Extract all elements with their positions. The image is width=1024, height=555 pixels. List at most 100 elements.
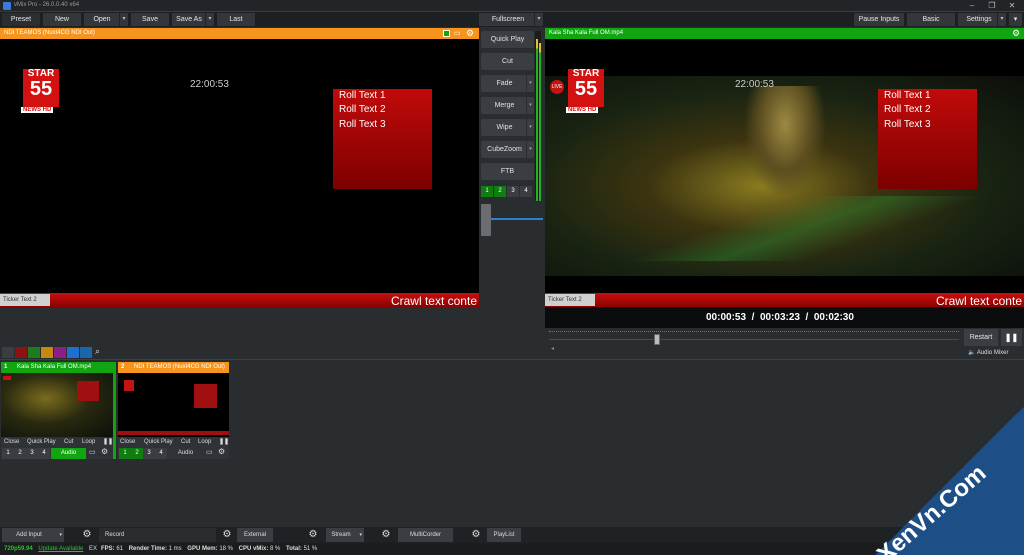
input-2-thumbnail[interactable] [118, 373, 229, 437]
seek-handle[interactable] [654, 334, 661, 345]
pause-inputs-button[interactable]: Pause Inputs [854, 13, 904, 26]
overlay-1-button[interactable]: 1 [2, 448, 14, 459]
fullscreen-button[interactable]: Fullscreen ▾ [479, 13, 543, 26]
output-clock: 22:00:53 [735, 79, 774, 90]
audio-mixer-button[interactable]: 🔈 Audio Mixer [968, 349, 1009, 356]
gpu-value: 18 % [219, 546, 233, 552]
stream-button[interactable]: Stream ▾ [326, 528, 364, 542]
output-gear-icon[interactable]: ⚙ [1012, 28, 1020, 39]
color-filter-all[interactable] [2, 347, 14, 358]
close-icon[interactable]: ✕ [1002, 0, 1022, 12]
overlay-3-button[interactable]: 3 [143, 448, 155, 459]
title-bar: vMix Pro - 26.0.0.40 x64 – ❐ ✕ [0, 0, 1024, 12]
overlay-2-button[interactable]: 2 [14, 448, 26, 459]
close-button[interactable]: Close [4, 439, 19, 445]
transition-2-button[interactable]: 2 [494, 186, 506, 197]
color-filter-red[interactable] [15, 347, 27, 358]
search-icon[interactable]: ⌕ [95, 346, 100, 357]
input-gear-icon[interactable]: ⚙ [218, 447, 225, 456]
quick-play-button[interactable]: Quick Play [144, 439, 173, 445]
output-screen: LIVE STAR 55 NEWS HD 22:00:53 Roll Text … [545, 39, 1024, 293]
overlay-1-button[interactable]: 1 [119, 448, 131, 459]
audio-button[interactable]: Audio [51, 448, 86, 459]
add-input-button[interactable]: Add Input ▾ [2, 528, 64, 542]
multicorder-button[interactable]: MultiCorder [398, 528, 453, 542]
monitor-icon[interactable]: ▭ [89, 448, 96, 456]
gear-icon[interactable]: ⚙ [469, 528, 483, 542]
basic-button[interactable]: Basic [907, 13, 955, 26]
ftb-button[interactable]: FTB [481, 163, 534, 180]
pause-icon[interactable]: ❚❚ [219, 438, 229, 445]
pause-icon[interactable]: ❚❚ [1001, 329, 1022, 346]
open-button[interactable]: Open ▾ [84, 13, 128, 26]
wipe-button[interactable]: Wipe ▾ [481, 119, 534, 136]
seek-bar[interactable] [549, 331, 959, 345]
quick-play-button[interactable]: Quick Play [27, 439, 56, 445]
preset-button[interactable]: Preset [2, 13, 40, 26]
pause-icon[interactable]: ❚❚ [103, 438, 113, 445]
color-filter-blue[interactable] [67, 347, 79, 358]
input-1-buttons: Close Quick Play Cut Loop ❚❚ [1, 437, 113, 448]
gear-icon[interactable]: ⚙ [379, 528, 393, 542]
gear-icon[interactable]: ⚙ [80, 528, 94, 542]
input-1-thumbnail[interactable] [1, 373, 113, 437]
save-as-button[interactable]: Save As ▾ [172, 13, 214, 26]
overlay-2-button[interactable]: 2 [131, 448, 143, 459]
t-bar-handle[interactable] [481, 204, 491, 236]
external-button[interactable]: External [237, 528, 273, 542]
color-filter-green[interactable] [28, 347, 40, 358]
input-1-header[interactable]: 1 Kala Sha Kala Full OM.mp4 [1, 362, 113, 373]
window-title: vMix Pro - 26.0.0.40 x64 [14, 2, 80, 8]
settings-button[interactable]: Settings ▾ [958, 13, 1006, 26]
gear-icon[interactable]: ⚙ [306, 528, 320, 542]
record-button[interactable]: Record [99, 528, 216, 542]
minimize-icon[interactable]: – [962, 0, 982, 12]
fade-button[interactable]: Fade ▾ [481, 75, 534, 92]
save-button[interactable]: Save [131, 13, 169, 26]
overlay-3-button[interactable]: 3 [26, 448, 38, 459]
quick-play-button[interactable]: Quick Play [481, 31, 534, 48]
transition-1-button[interactable]: 1 [481, 186, 493, 197]
cubezoom-button[interactable]: CubeZoom ▾ [481, 141, 534, 158]
merge-button[interactable]: Merge ▾ [481, 97, 534, 114]
new-button[interactable]: New [43, 13, 81, 26]
input-gear-icon[interactable]: ⚙ [101, 447, 108, 456]
resolution-text: 720p59.94 [4, 546, 33, 552]
input-2-buttons: Close Quick Play Cut Loop ❚❚ [118, 437, 229, 448]
loop-button[interactable]: Loop [198, 439, 211, 445]
cut-button[interactable]: Cut [181, 439, 190, 445]
roll-text-line: Roll Text 2 [884, 104, 931, 115]
loop-button[interactable]: Loop [82, 439, 95, 445]
more-options-icon[interactable]: ▾ [1009, 13, 1022, 26]
color-filter-purple[interactable] [54, 347, 66, 358]
preview-clock: 22:00:53 [190, 79, 229, 90]
roll-text-line: Roll Text 3 [884, 119, 931, 130]
playlist-button[interactable]: PlayList [487, 528, 521, 542]
input-number: 2 [121, 364, 125, 370]
gear-icon[interactable]: ⚙ [220, 528, 234, 542]
last-button[interactable]: Last [217, 13, 255, 26]
ticker-label: Ticker Text 2 [545, 294, 595, 306]
restart-button[interactable]: Restart [964, 329, 998, 346]
preview-gear-icon[interactable]: ⚙ [466, 28, 474, 39]
overlay-4-button[interactable]: 4 [155, 448, 167, 459]
close-button[interactable]: Close [120, 439, 135, 445]
cut-button[interactable]: Cut [481, 53, 534, 70]
roll-text-line: Roll Text 1 [339, 90, 386, 101]
roll-text-box: Roll Text 1 Roll Text 2 Roll Text 3 [878, 89, 977, 189]
cpu-value: 8 % [270, 546, 281, 552]
cut-button[interactable]: Cut [64, 439, 73, 445]
update-link[interactable]: Update Available [38, 546, 83, 552]
overlay-4-button[interactable]: 4 [38, 448, 50, 459]
input-2-header[interactable]: 2 NDI TEAMOS (Nuxt4CG NDI Out) [118, 362, 229, 373]
in-marker-icon: ◂ [551, 346, 555, 352]
color-filter-darkblue[interactable] [80, 347, 92, 358]
monitor-icon[interactable]: ▭ [206, 448, 213, 456]
transition-3-button[interactable]: 3 [507, 186, 519, 197]
color-filter-orange[interactable] [41, 347, 53, 358]
camera-icon[interactable]: ▭ [454, 29, 461, 37]
transition-4-button[interactable]: 4 [520, 186, 532, 197]
audio-button[interactable]: Audio [168, 448, 203, 459]
maximize-icon[interactable]: ❐ [982, 0, 1002, 12]
timecode-bar: 00:00:53 / 00:03:23 / 00:02:30 [545, 307, 1024, 328]
